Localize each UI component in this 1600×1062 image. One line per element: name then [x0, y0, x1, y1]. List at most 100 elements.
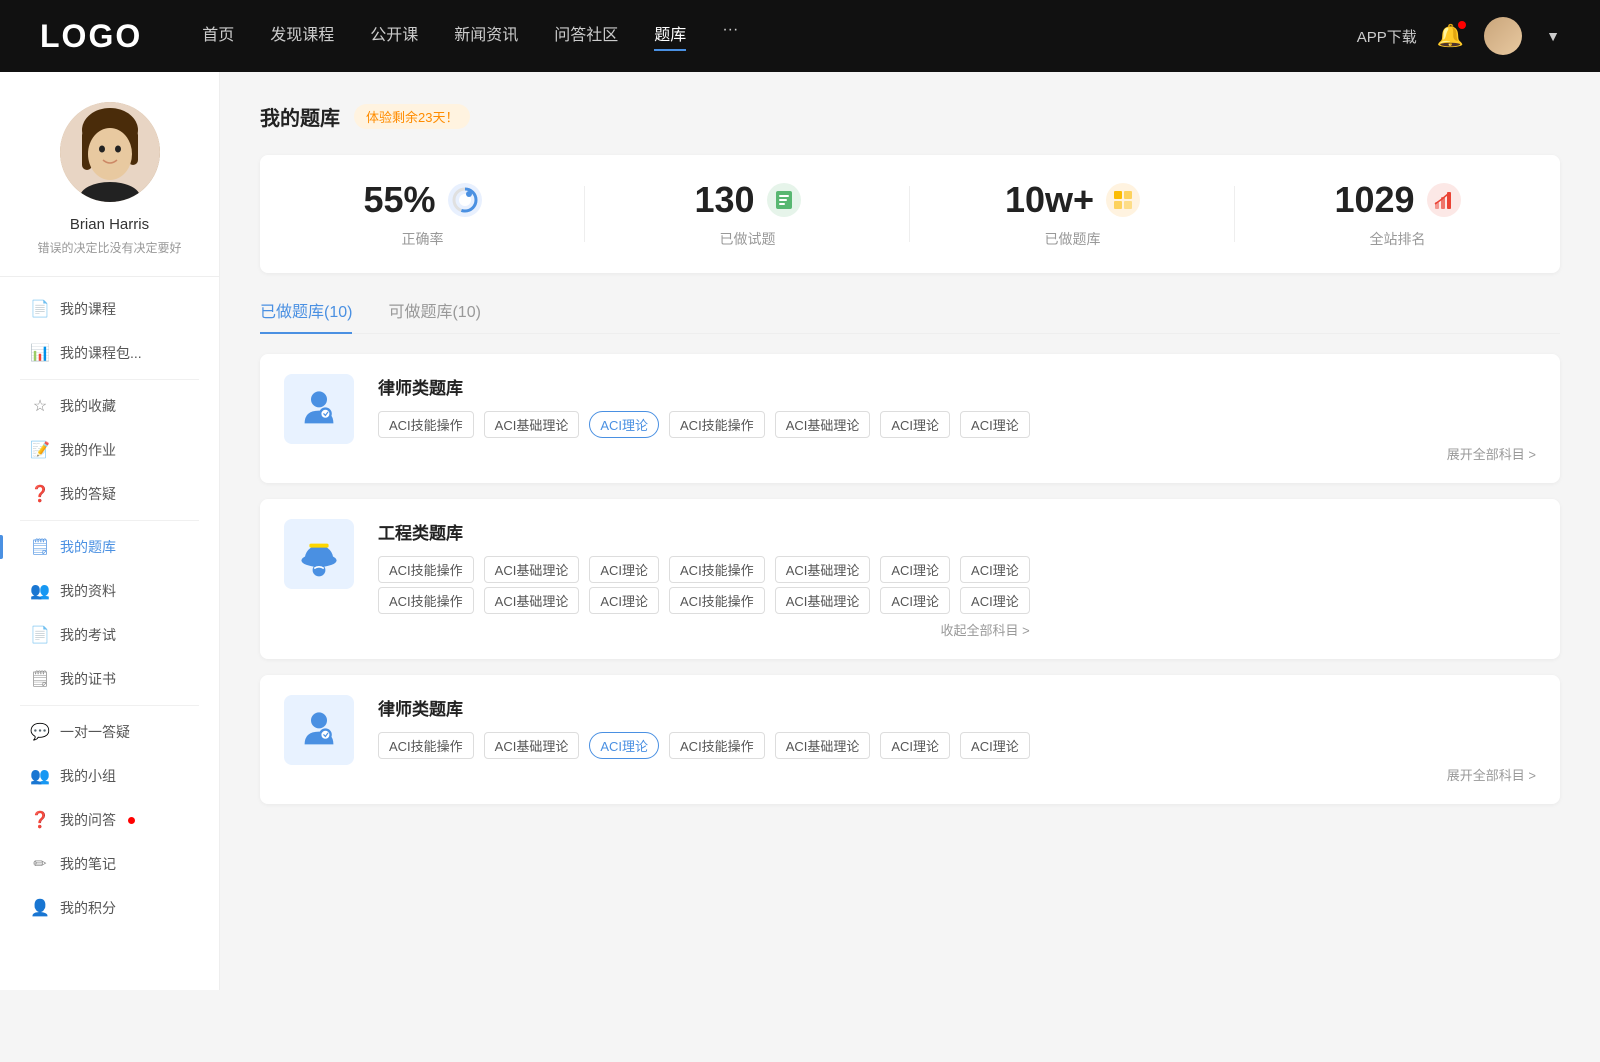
expand-link[interactable]: 展开全部科目 >: [378, 765, 1536, 784]
menu-divider: [20, 520, 199, 521]
tag-item[interactable]: ACI理论: [589, 587, 659, 614]
profile-name: Brian Harris: [70, 216, 149, 233]
notification-dot: [1458, 21, 1466, 29]
tag-item[interactable]: ACI理论: [960, 732, 1030, 759]
lawyer-icon: [295, 385, 343, 433]
tab-todo[interactable]: 可做题库(10): [388, 298, 480, 334]
menu-label: 我的收藏: [60, 396, 116, 416]
nav-link-qa[interactable]: 问答社区: [554, 21, 618, 51]
bank-icon: 🗒: [30, 537, 50, 557]
page-header: 我的题库 体验剩余23天！: [260, 102, 1560, 131]
menu-label: 我的问答: [60, 810, 116, 830]
bank-card-top: 工程类题库 ACI技能操作 ACI基础理论 ACI理论 ACI技能操作 ACI基…: [284, 519, 1030, 639]
sidebar-item-my-profile[interactable]: 👥 我的资料: [0, 569, 219, 613]
app-download-link[interactable]: APP下载: [1357, 26, 1417, 47]
bank-card-name: 工程类题库: [378, 519, 1030, 544]
menu-label: 我的考试: [60, 625, 116, 645]
tag-item[interactable]: ACI基础理论: [775, 556, 871, 583]
stats-row: 55% 正确率 130: [260, 155, 1560, 273]
tag-item[interactable]: ACI技能操作: [378, 587, 474, 614]
sidebar-item-my-packages[interactable]: 📊 我的课程包...: [0, 331, 219, 375]
tag-item[interactable]: ACI技能操作: [669, 732, 765, 759]
tag-row-1: ACI技能操作 ACI基础理论 ACI理论 ACI技能操作 ACI基础理论 AC…: [378, 411, 1536, 438]
stat-done-questions: 130 已做试题: [585, 179, 910, 249]
cert-icon: 🗒: [30, 669, 50, 689]
sidebar-item-my-favorites[interactable]: ☆ 我的收藏: [0, 384, 219, 428]
nav-link-bank[interactable]: 题库: [654, 21, 686, 51]
sidebar-item-my-points[interactable]: 👤 我的积分: [0, 886, 219, 930]
avatar-image: [1484, 17, 1522, 55]
tag-item[interactable]: ACI理论: [960, 556, 1030, 583]
bank-card-icon: [284, 695, 354, 765]
tag-item[interactable]: ACI技能操作: [669, 587, 765, 614]
sidebar-item-one-on-one[interactable]: 💬 一对一答疑: [0, 710, 219, 754]
profile-motto: 错误的决定比没有决定要好: [17, 239, 201, 256]
tag-item[interactable]: ACI基础理论: [775, 587, 871, 614]
question-icon: ❓: [30, 484, 50, 504]
sidebar-item-my-bank[interactable]: 🗒 我的题库: [0, 525, 219, 569]
bank-card-info: 工程类题库 ACI技能操作 ACI基础理论 ACI理论 ACI技能操作 ACI基…: [378, 519, 1030, 639]
sidebar-item-my-courses[interactable]: 📄 我的课程: [0, 287, 219, 331]
tag-item[interactable]: ACI理论: [589, 556, 659, 583]
menu-label: 我的资料: [60, 581, 116, 601]
tag-item[interactable]: ACI理论: [880, 587, 950, 614]
tag-item[interactable]: ACI理论: [960, 411, 1030, 438]
bank-card-icon: [284, 374, 354, 444]
collapse-link[interactable]: 收起全部科目 >: [378, 620, 1030, 639]
menu-label: 我的积分: [60, 898, 116, 918]
tag-item[interactable]: ACI基础理论: [484, 556, 580, 583]
nav-right: APP下载 🔔 ▼: [1357, 17, 1560, 55]
tag-item[interactable]: ACI基础理论: [484, 587, 580, 614]
tag-item[interactable]: ACI技能操作: [669, 411, 765, 438]
nav-bell-button[interactable]: 🔔: [1437, 23, 1464, 49]
sidebar: Brian Harris 错误的决定比没有决定要好 📄 我的课程 📊 我的课程包…: [0, 72, 220, 990]
tag-item[interactable]: ACI基础理论: [775, 411, 871, 438]
tag-item[interactable]: ACI理论: [880, 411, 950, 438]
document-icon: 📄: [30, 299, 50, 319]
nav-link-home[interactable]: 首页: [202, 21, 234, 51]
clipboard-icon: [772, 188, 796, 212]
tag-item[interactable]: ACI技能操作: [378, 556, 474, 583]
sidebar-profile: Brian Harris 错误的决定比没有决定要好: [0, 72, 219, 277]
tabs: 已做题库(10) 可做题库(10): [260, 297, 1560, 334]
stat-value: 130: [694, 179, 754, 221]
tag-item[interactable]: ACI理论: [960, 587, 1030, 614]
nav-link-discover[interactable]: 发现课程: [270, 21, 334, 51]
chevron-down-icon[interactable]: ▼: [1546, 28, 1560, 44]
tag-item-selected[interactable]: ACI理论: [589, 411, 659, 438]
sidebar-item-my-group[interactable]: 👥 我的小组: [0, 754, 219, 798]
group-icon: 👥: [30, 766, 50, 786]
bank-card-icon: [284, 519, 354, 589]
tag-item[interactable]: ACI技能操作: [669, 556, 765, 583]
tag-item[interactable]: ACI基础理论: [484, 732, 580, 759]
nav-link-opencourse[interactable]: 公开课: [370, 21, 418, 51]
nav-avatar[interactable]: [1484, 17, 1522, 55]
tab-done[interactable]: 已做题库(10): [260, 298, 352, 334]
sidebar-item-my-answers[interactable]: ❓ 我的问答: [0, 798, 219, 842]
tag-item[interactable]: ACI技能操作: [378, 732, 474, 759]
menu-label: 我的题库: [60, 537, 116, 557]
tag-item[interactable]: ACI基础理论: [775, 732, 871, 759]
grid-icon: [1111, 188, 1135, 212]
edit-icon: 📝: [30, 440, 50, 460]
sidebar-item-my-questions[interactable]: ❓ 我的答疑: [0, 472, 219, 516]
tag-row-2: ACI技能操作 ACI基础理论 ACI理论 ACI技能操作 ACI基础理论 AC…: [378, 587, 1030, 614]
exam-icon: 📄: [30, 625, 50, 645]
sidebar-item-my-homework[interactable]: 📝 我的作业: [0, 428, 219, 472]
profile-avatar: [60, 102, 160, 202]
menu-label: 我的小组: [60, 766, 116, 786]
expand-link[interactable]: 展开全部科目 >: [378, 444, 1536, 463]
sidebar-item-my-notes[interactable]: ✏ 我的笔记: [0, 842, 219, 886]
nav-link-news[interactable]: 新闻资讯: [454, 21, 518, 51]
tag-item[interactable]: ACI理论: [880, 556, 950, 583]
tag-item[interactable]: ACI理论: [880, 732, 950, 759]
tag-item[interactable]: ACI技能操作: [378, 411, 474, 438]
sidebar-item-my-cert[interactable]: 🗒 我的证书: [0, 657, 219, 701]
sidebar-item-my-exam[interactable]: 📄 我的考试: [0, 613, 219, 657]
nav-link-more[interactable]: ···: [722, 21, 738, 51]
tag-item[interactable]: ACI基础理论: [484, 411, 580, 438]
trial-badge: 体验剩余23天！: [354, 104, 470, 129]
lawyer-icon-2: [295, 706, 343, 754]
star-icon: ☆: [30, 396, 50, 416]
tag-item-selected[interactable]: ACI理论: [589, 732, 659, 759]
